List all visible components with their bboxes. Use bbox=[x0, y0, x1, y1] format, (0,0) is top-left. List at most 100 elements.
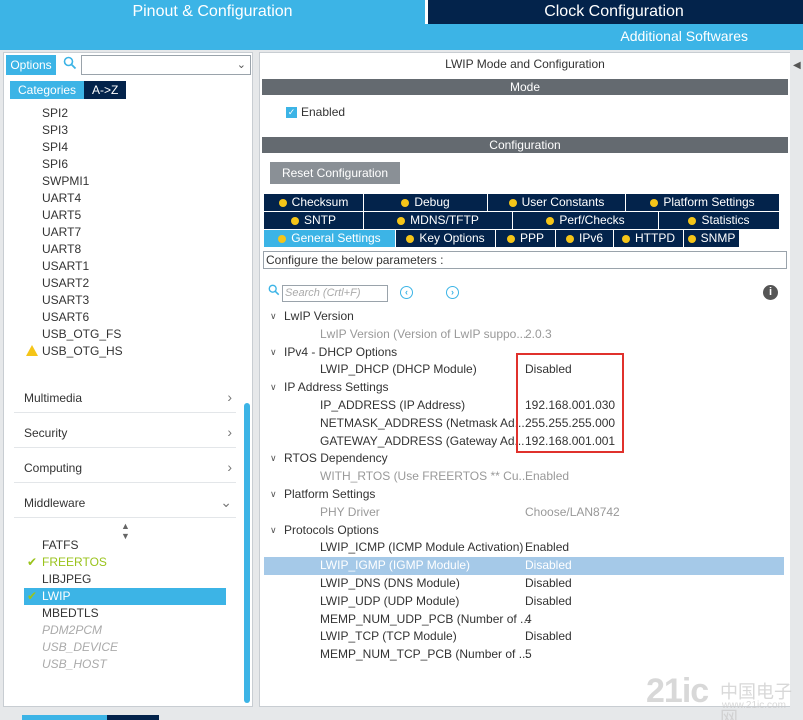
category-security[interactable]: Security › bbox=[14, 418, 236, 448]
param-row[interactable]: MEMP_NUM_UDP_PCB (Number of ... 4 bbox=[264, 611, 784, 629]
param-value[interactable]: Disabled bbox=[525, 557, 572, 575]
middleware-item[interactable]: LIBJPEG bbox=[24, 571, 226, 588]
param-row[interactable]: LWIP_IGMP (IGMP Module) Disabled bbox=[264, 557, 784, 575]
param-value[interactable]: Disabled bbox=[525, 575, 572, 593]
param-value[interactable]: Disabled bbox=[525, 593, 572, 611]
param-row[interactable]: WITH_RTOS (Use FREERTOS ** Cu... Enabled bbox=[264, 468, 784, 486]
param-group[interactable]: ∨ Platform Settings bbox=[264, 486, 784, 504]
param-value[interactable]: 192.168.001.030 bbox=[525, 397, 615, 415]
param-row[interactable]: LWIP_DNS (DNS Module) Disabled bbox=[264, 575, 784, 593]
config-tab[interactable]: User Constants bbox=[488, 194, 626, 211]
param-row[interactable]: MEMP_NUM_TCP_PCB (Number of ... 5 bbox=[264, 646, 784, 664]
param-value[interactable]: Choose/LAN8742 bbox=[525, 504, 620, 522]
param-group[interactable]: ∨ IPv4 - DHCP Options bbox=[264, 344, 784, 362]
peripheral-item[interactable]: USART3 bbox=[24, 292, 123, 309]
param-row[interactable]: LWIP_TCP (TCP Module) Disabled bbox=[264, 628, 784, 646]
config-tab[interactable]: IPv6 bbox=[556, 230, 614, 247]
param-value[interactable]: 2.0.3 bbox=[525, 326, 552, 344]
category-multimedia[interactable]: Multimedia › bbox=[14, 383, 236, 413]
tab-categories[interactable]: Categories bbox=[10, 81, 85, 99]
previous-result-icon[interactable]: ‹ bbox=[400, 286, 413, 299]
peripheral-item[interactable]: USB_OTG_HS bbox=[24, 343, 123, 360]
param-row[interactable]: IP_ADDRESS (IP Address) 192.168.001.030 bbox=[264, 397, 784, 415]
param-group[interactable]: ∨ Protocols Options bbox=[264, 522, 784, 540]
reset-configuration-button[interactable]: Reset Configuration bbox=[270, 162, 400, 184]
param-search-input[interactable]: Search (Crtl+F) bbox=[282, 285, 388, 302]
category-computing[interactable]: Computing › bbox=[14, 453, 236, 483]
param-row[interactable]: GATEWAY_ADDRESS (Gateway Ad... 192.168.00… bbox=[264, 433, 784, 451]
peripheral-item[interactable]: USART6 bbox=[24, 309, 123, 326]
peripheral-item[interactable]: SPI3 bbox=[24, 122, 123, 139]
config-tab[interactable]: Perf/Checks bbox=[513, 212, 659, 229]
collapse-arrow-icon[interactable]: ◀ bbox=[793, 60, 801, 71]
search-icon[interactable] bbox=[268, 284, 280, 299]
bottom-tab-system[interactable] bbox=[107, 715, 159, 720]
next-result-icon[interactable]: › bbox=[446, 286, 459, 299]
param-value[interactable]: 5 bbox=[525, 646, 532, 664]
param-row[interactable]: LWIP_DHCP (DHCP Module) Disabled bbox=[264, 361, 784, 379]
peripheral-item[interactable]: UART4 bbox=[24, 190, 123, 207]
peripheral-item[interactable]: UART5 bbox=[24, 207, 123, 224]
middleware-item[interactable]: ✔ LWIP bbox=[24, 588, 226, 605]
info-icon[interactable]: i bbox=[763, 285, 778, 300]
middleware-item[interactable]: FATFS bbox=[24, 537, 226, 554]
search-icon[interactable] bbox=[60, 55, 80, 75]
status-dot-icon bbox=[688, 217, 697, 225]
peripheral-item[interactable]: USART1 bbox=[24, 258, 123, 275]
param-group[interactable]: ∨ RTOS Dependency bbox=[264, 450, 784, 468]
param-row[interactable]: PHY Driver Choose/LAN8742 bbox=[264, 504, 784, 522]
param-group[interactable]: ∨ IP Address Settings bbox=[264, 379, 784, 397]
param-value[interactable]: Disabled bbox=[525, 361, 572, 379]
param-name: LwIP Version (Version of LwIP suppo... bbox=[320, 326, 527, 341]
config-tab[interactable]: Platform Settings bbox=[626, 194, 780, 211]
search-input[interactable]: ⌄ bbox=[81, 55, 251, 75]
param-value[interactable]: 192.168.001.001 bbox=[525, 433, 615, 451]
peripheral-label: UART5 bbox=[42, 208, 82, 222]
param-row[interactable]: LWIP_UDP (UDP Module) Disabled bbox=[264, 593, 784, 611]
tab-clock-configuration[interactable]: Clock Configuration bbox=[425, 0, 803, 24]
bottom-tab-pinout[interactable] bbox=[22, 715, 107, 720]
config-tab[interactable]: Key Options bbox=[396, 230, 496, 247]
peripheral-item[interactable]: USART2 bbox=[24, 275, 123, 292]
peripheral-item[interactable]: SPI2 bbox=[24, 105, 123, 122]
tab-additional-softwares[interactable]: Additional Softwares bbox=[620, 28, 748, 44]
param-name: NETMASK_ADDRESS (Netmask Ad... bbox=[320, 415, 525, 430]
peripheral-item[interactable]: UART8 bbox=[24, 241, 123, 258]
config-tab[interactable]: Statistics bbox=[659, 212, 780, 229]
options-button[interactable]: Options bbox=[6, 55, 56, 75]
middleware-item[interactable]: ✔ FREERTOS bbox=[24, 554, 226, 571]
peripheral-label: USART3 bbox=[42, 293, 90, 307]
peripheral-item[interactable]: SWPMI1 bbox=[24, 173, 123, 190]
middleware-item[interactable]: USB_DEVICE bbox=[24, 639, 226, 656]
config-tab[interactable]: SNMP bbox=[684, 230, 740, 247]
config-tab[interactable]: HTTPD bbox=[614, 230, 684, 247]
param-row[interactable]: LwIP Version (Version of LwIP suppo... 2.… bbox=[264, 326, 784, 344]
middleware-item[interactable]: USB_HOST bbox=[24, 656, 226, 673]
param-row[interactable]: NETMASK_ADDRESS (Netmask Ad... 255.255.25… bbox=[264, 415, 784, 433]
peripheral-item[interactable]: UART7 bbox=[24, 224, 123, 241]
config-tab[interactable]: MDNS/TFTP bbox=[364, 212, 513, 229]
param-value[interactable]: Disabled bbox=[525, 628, 572, 646]
param-value[interactable]: 4 bbox=[525, 611, 532, 629]
param-value[interactable]: Enabled bbox=[525, 539, 569, 557]
param-row[interactable]: LWIP_ICMP (ICMP Module Activation) Enable… bbox=[264, 539, 784, 557]
middleware-item[interactable]: MBEDTLS bbox=[24, 605, 226, 622]
category-middleware[interactable]: Middleware ⌄ bbox=[14, 488, 236, 518]
config-tab[interactable]: Debug bbox=[364, 194, 488, 211]
enabled-checkbox[interactable]: ✓ Enabled bbox=[286, 105, 345, 119]
config-tab[interactable]: SNTP bbox=[264, 212, 364, 229]
tab-pinout-configuration[interactable]: Pinout & Configuration bbox=[0, 0, 425, 24]
config-tab[interactable]: Checksum bbox=[264, 194, 364, 211]
tab-a-to-z[interactable]: A->Z bbox=[84, 81, 127, 99]
peripheral-item[interactable]: SPI4 bbox=[24, 139, 123, 156]
param-value[interactable]: 255.255.255.000 bbox=[525, 415, 615, 433]
middleware-item[interactable]: PDM2PCM bbox=[24, 622, 226, 639]
config-tab[interactable]: General Settings bbox=[264, 230, 396, 247]
scrollbar[interactable] bbox=[244, 403, 250, 703]
right-edge-bar: ◀ bbox=[790, 52, 803, 707]
config-tab[interactable]: PPP bbox=[496, 230, 556, 247]
param-group[interactable]: ∨ LwIP Version bbox=[264, 308, 784, 326]
param-value[interactable]: Enabled bbox=[525, 468, 569, 486]
peripheral-item[interactable]: SPI6 bbox=[24, 156, 123, 173]
peripheral-item[interactable]: USB_OTG_FS bbox=[24, 326, 123, 343]
